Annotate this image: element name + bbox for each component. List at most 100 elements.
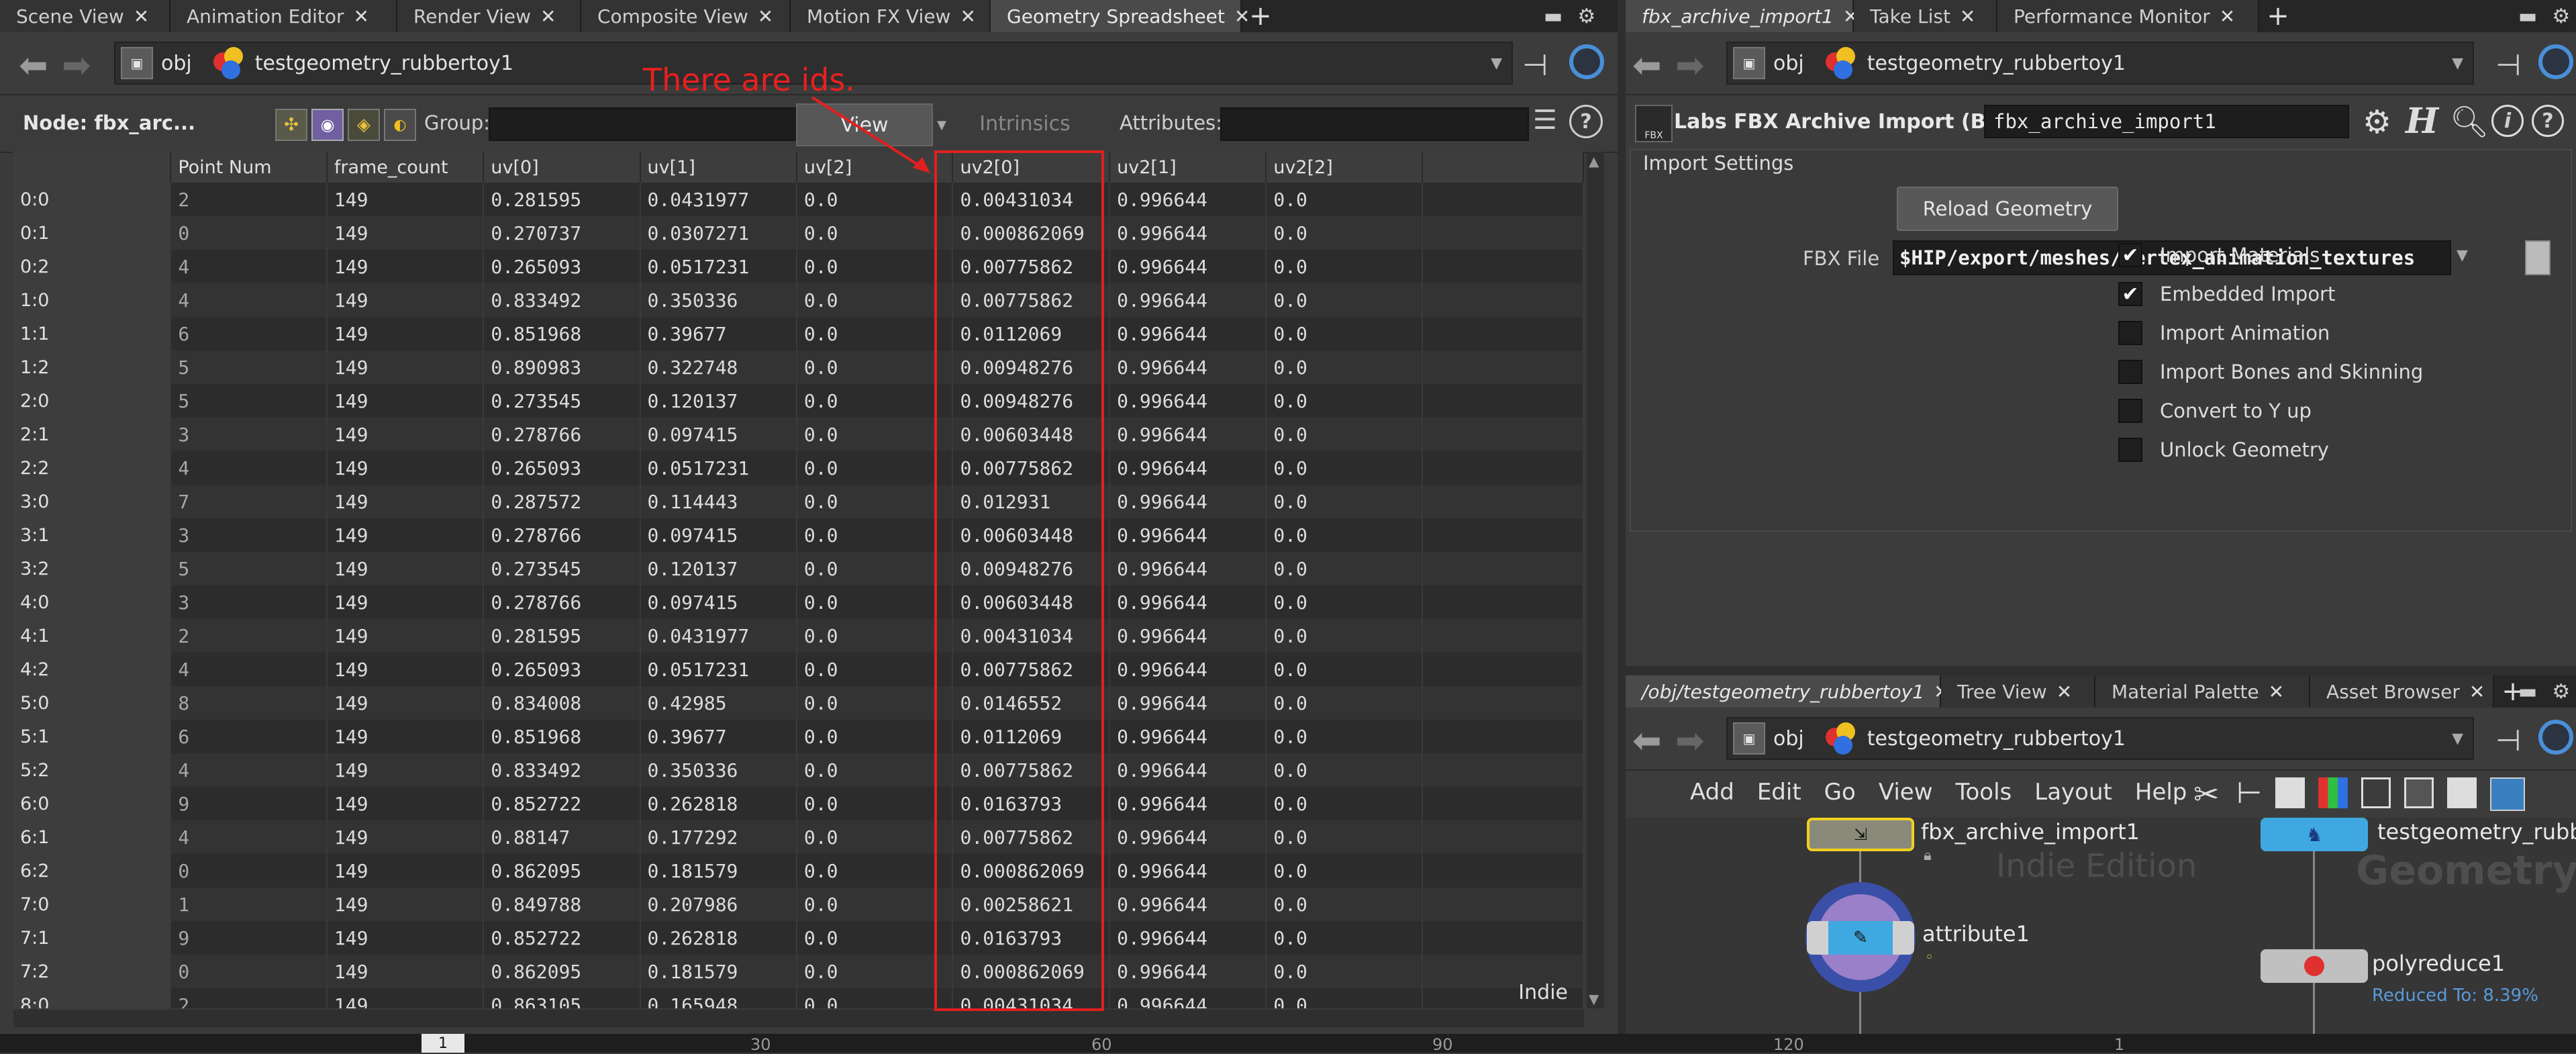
tab-fbx-archive-import[interactable]: fbx_archive_import1 ✕ xyxy=(1626,0,1859,32)
tab-asset-browser[interactable]: Asset Browser ✕ xyxy=(2310,675,2494,708)
maximize-icon[interactable]: ▬ xyxy=(2518,680,2537,704)
help-icon[interactable]: ? xyxy=(2532,105,2564,137)
menu-item-help[interactable]: Help xyxy=(2135,779,2187,806)
forward-arrow-icon[interactable]: ➡ xyxy=(1675,721,1705,761)
forward-arrow-icon[interactable]: ➡ xyxy=(1675,46,1705,86)
table-row[interactable]: 1:0 4 149 0.833492 0.350336 0.0 0.00775862 0.99… xyxy=(13,283,1584,317)
column-header[interactable]: uv[0] xyxy=(483,152,641,183)
tab-render-view[interactable]: Render View ✕ xyxy=(397,0,581,32)
timeline-bar[interactable]: 1 30 60 90 120 1 xyxy=(0,1034,2576,1054)
primitives-mode-icon[interactable]: ◈ xyxy=(348,109,380,141)
vertical-scrollbar[interactable]: ▲ ▼ xyxy=(1587,152,1604,1008)
table-row[interactable]: 2:1 3 149 0.278766 0.097415 0.0 0.00603448 0.99… xyxy=(13,418,1584,451)
back-arrow-icon[interactable]: ⬅ xyxy=(1632,46,1662,86)
tab-network-editor[interactable]: /obj/testgeometry_rubbertoy1✕ xyxy=(1626,675,1950,708)
column-header[interactable]: frame_count xyxy=(326,152,485,183)
table-row[interactable]: 7:1 9 149 0.852722 0.262818 0.0 0.0163793 0.996… xyxy=(13,921,1584,955)
testgeometry-node[interactable]: ♞ xyxy=(2261,818,2368,851)
back-arrow-icon[interactable]: ⬅ xyxy=(1632,721,1662,761)
close-icon[interactable]: ✕ xyxy=(2220,5,2235,28)
add-tab-icon[interactable]: + xyxy=(2259,0,2297,32)
menu-item-layout[interactable]: Layout xyxy=(2034,779,2112,806)
gear-icon[interactable]: ⚙ xyxy=(2552,680,2570,704)
list-view-icon[interactable] xyxy=(2275,777,2305,808)
import-option-row[interactable]: ✔ Import Materials xyxy=(2118,243,2320,267)
tab-tree-view[interactable]: Tree View ✕ xyxy=(1941,675,2095,708)
checkbox[interactable] xyxy=(2118,438,2142,462)
close-icon[interactable]: ✕ xyxy=(354,5,369,28)
current-frame-indicator[interactable]: 1 xyxy=(422,1034,464,1053)
table-row[interactable]: 1:2 5 149 0.890983 0.322748 0.0 0.00948276 0.99… xyxy=(13,350,1584,384)
column-options-icon[interactable]: ☰ xyxy=(1533,105,1557,136)
network-canvas[interactable]: Indie Edition Geometry ⇲ fbx_archive_imp… xyxy=(1626,818,2576,1034)
fbx-archive-import-node[interactable]: ⇲ xyxy=(1807,818,1914,851)
tree-layout-icon[interactable]: ⊢ xyxy=(2236,776,2262,810)
table-row[interactable]: 4:0 3 149 0.278766 0.097415 0.0 0.00603448 0.99… xyxy=(13,585,1584,619)
tab-composite-view[interactable]: Composite View ✕ xyxy=(581,0,791,32)
chevron-down-icon[interactable]: ▼ xyxy=(2452,730,2463,747)
pin-icon[interactable]: ⊣ xyxy=(1522,48,1548,83)
checkbox[interactable]: ✔ xyxy=(2118,243,2142,267)
gear-icon[interactable]: ⚙ xyxy=(2552,5,2570,28)
background-image-icon[interactable] xyxy=(2490,777,2525,811)
detail-mode-icon[interactable]: ◐ xyxy=(384,109,416,141)
info-icon[interactable]: i xyxy=(2491,105,2524,137)
menu-item-edit[interactable]: Edit xyxy=(1757,779,1801,806)
close-icon[interactable]: ✕ xyxy=(960,5,975,28)
pin-icon[interactable]: ⊣ xyxy=(2495,48,2521,83)
grid-layout-icon[interactable] xyxy=(2361,777,2391,808)
tab-scene-view[interactable]: Scene View ✕ xyxy=(0,0,170,32)
table-row[interactable]: 4:2 4 149 0.265093 0.0517231 0.0 0.00775862 0.9… xyxy=(13,653,1584,686)
polyreduce-node[interactable] xyxy=(2261,949,2368,983)
link-ring-icon[interactable] xyxy=(1569,44,1604,79)
tab-geometry-spreadsheet[interactable]: Geometry Spreadsheet ✕ xyxy=(991,0,1250,32)
tab-performance-monitor[interactable]: Performance Monitor ✕ xyxy=(1997,0,2259,32)
back-arrow-icon[interactable]: ⬅ xyxy=(19,46,48,86)
table-row[interactable]: 0:1 0 149 0.270737 0.0307271 0.0 0.000862069 0.… xyxy=(13,216,1584,250)
scroll-up-icon[interactable]: ▲ xyxy=(1589,153,1599,169)
houdini-help-icon[interactable]: H xyxy=(2406,101,2438,142)
table-row[interactable]: 8:0 2 149 0.863105 0.165948 0.0 0.00431034 0.99… xyxy=(13,988,1584,1008)
import-option-row[interactable]: Import Animation xyxy=(2118,321,2330,345)
chevron-down-icon[interactable]: ▼ xyxy=(2452,55,2463,72)
import-option-row[interactable]: ✔ Embedded Import xyxy=(2118,282,2335,306)
menu-item-view[interactable]: View xyxy=(1879,779,1933,806)
gear-icon[interactable]: ⚙ xyxy=(1577,5,1595,28)
table-row[interactable]: 5:2 4 149 0.833492 0.350336 0.0 0.00775862 0.99… xyxy=(13,753,1584,787)
tab-animation-editor[interactable]: Animation Editor ✕ xyxy=(170,0,397,32)
close-icon[interactable]: ✕ xyxy=(1960,5,1975,28)
close-icon[interactable]: ✕ xyxy=(2057,681,2072,703)
gear-icon[interactable]: ⚙ xyxy=(2363,103,2391,141)
path-selector[interactable]: ▣ obj testgeometry_rubbertoy1 ▼ xyxy=(1726,42,2474,85)
close-icon[interactable]: ✕ xyxy=(758,5,773,28)
column-header[interactable]: Point Num xyxy=(170,152,328,183)
menu-item-tools[interactable]: Tools xyxy=(1956,779,2012,806)
table-row[interactable]: 1:1 6 149 0.851968 0.39677 0.0 0.0112069 0.9966… xyxy=(13,317,1584,350)
intrinsics-toggle[interactable]: Intrinsics xyxy=(948,103,1102,144)
network-box-icon[interactable] xyxy=(2404,777,2434,808)
chevron-down-icon[interactable]: ▼ xyxy=(1491,55,1502,72)
table-row[interactable]: 7:0 1 149 0.849788 0.207986 0.0 0.00258621 0.99… xyxy=(13,888,1584,921)
checkbox[interactable] xyxy=(2118,360,2142,384)
tab-motion-fx-view[interactable]: Motion FX View ✕ xyxy=(791,0,991,32)
column-header[interactable]: uv[1] xyxy=(640,152,797,183)
attributes-input[interactable] xyxy=(1220,107,1529,141)
horizontal-scrollbar[interactable] xyxy=(13,1010,1584,1027)
table-row[interactable]: 2:0 5 149 0.273545 0.120137 0.0 0.00948276 0.99… xyxy=(13,384,1584,418)
table-row[interactable]: 3:0 7 149 0.287572 0.114443 0.0 0.012931 0.9966… xyxy=(13,485,1584,518)
import-option-row[interactable]: Convert to Y up xyxy=(2118,399,2312,423)
table-row[interactable]: 5:1 6 149 0.851968 0.39677 0.0 0.0112069 0.9966… xyxy=(13,720,1584,753)
reload-geometry-button[interactable]: Reload Geometry xyxy=(1897,187,2118,231)
table-row[interactable]: 3:2 5 149 0.273545 0.120137 0.0 0.00948276 0.99… xyxy=(13,552,1584,585)
column-header[interactable]: uv2[1] xyxy=(1109,152,1267,183)
link-ring-icon[interactable] xyxy=(2538,720,2573,755)
sticky-note-icon[interactable] xyxy=(2447,777,2477,808)
table-row[interactable]: 6:0 9 149 0.852722 0.262818 0.0 0.0163793 0.996… xyxy=(13,787,1584,820)
path-selector[interactable]: ▣ obj testgeometry_rubbertoy1 ▼ xyxy=(1726,717,2474,760)
close-icon[interactable]: ✕ xyxy=(2469,681,2485,703)
file-browse-icon[interactable] xyxy=(2525,240,2550,275)
node-name-field[interactable]: fbx_archive_import1 xyxy=(1984,105,2349,138)
chevron-down-icon[interactable]: ▼ xyxy=(2457,247,2468,264)
table-row[interactable]: 5:0 8 149 0.834008 0.42985 0.0 0.0146552 0.9966… xyxy=(13,686,1584,720)
table-row[interactable]: 0:2 4 149 0.265093 0.0517231 0.0 0.00775862 0.9… xyxy=(13,250,1584,283)
